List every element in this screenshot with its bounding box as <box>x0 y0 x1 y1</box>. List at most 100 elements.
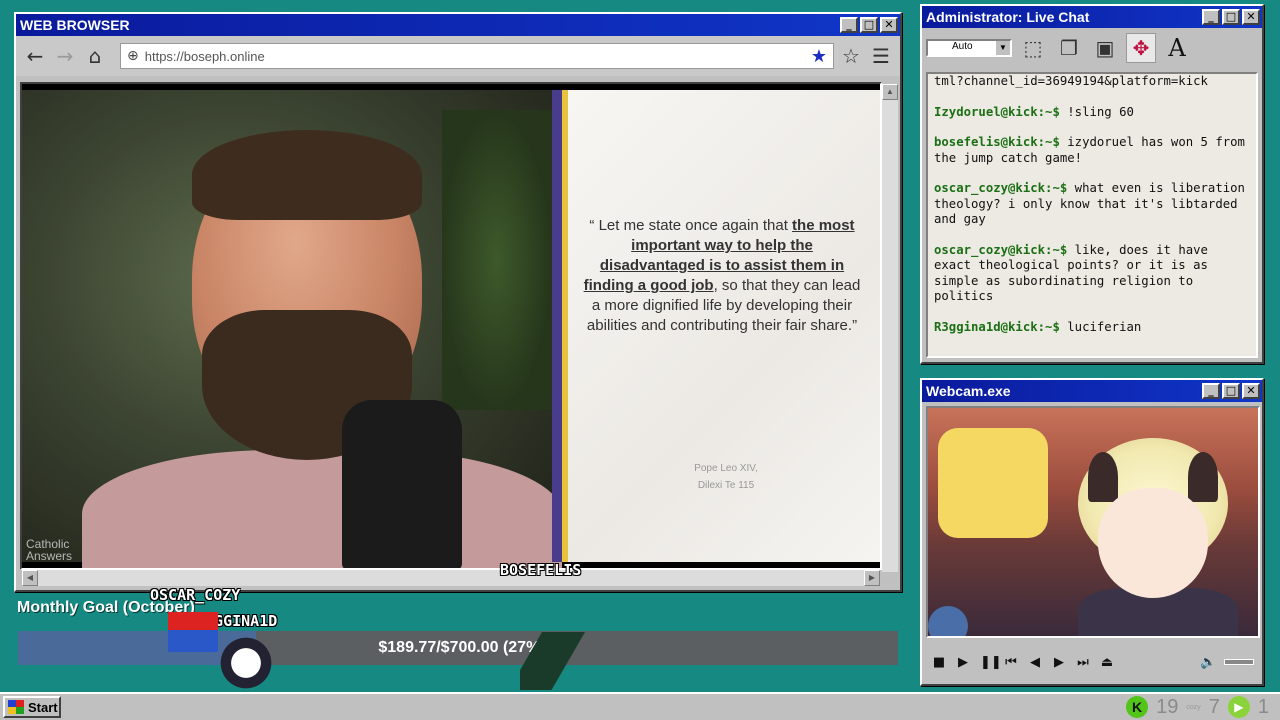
webcam-view <box>926 406 1260 638</box>
webcam-window: Webcam.exe _ □ ✕ ■ ▶ ❚❚ ⏮ ◀ ▶ ⏭ ⏏ 🔈 <box>920 378 1264 686</box>
webcam-titlebar[interactable]: Webcam.exe _ □ ✕ <box>922 380 1262 402</box>
minimize-button[interactable]: _ <box>1202 383 1220 399</box>
rumble-icon[interactable]: ▶ <box>1227 696 1250 718</box>
chat-toolbar: Auto ▼ ⬚ ❐ ▣ ✥ A <box>922 28 1262 68</box>
eject-icon[interactable]: ⏏ <box>1100 655 1114 670</box>
chat-message: R3ggina1d@kick:~$ luciferian <box>934 320 1250 336</box>
taskbar: Start K 19 cozy 7 ▶ 1 <box>0 692 1280 720</box>
close-button[interactable]: ✕ <box>1242 9 1260 25</box>
sprite-label-oscar: OSCAR_COZY <box>150 586 241 604</box>
skip-back-icon[interactable]: ⏮ <box>1004 655 1018 670</box>
goal-progress-text: $189.77/$700.00 (27%) <box>378 639 546 656</box>
minimize-button[interactable]: _ <box>1202 9 1220 25</box>
scroll-right-icon[interactable]: ▶ <box>864 570 880 586</box>
browser-toolbar: ← → ⌂ ⊕ https://boseph.online ★ ☆ ☰ <box>16 36 900 76</box>
chat-message: bosefelis@kick:~$ izydoruel has won 5 fr… <box>934 135 1250 166</box>
player-sprite <box>168 612 218 652</box>
globe-icon: ⊕ <box>127 48 139 64</box>
webcam-title: Webcam.exe <box>926 383 1011 399</box>
avatar-face <box>1098 488 1208 598</box>
system-tray: K 19 cozy 7 ▶ 1 <box>1126 696 1277 719</box>
media-controls: ■ ▶ ❚❚ ⏮ ◀ ▶ ⏭ ⏏ 🔈 <box>932 646 1254 678</box>
volume-slider[interactable] <box>1224 659 1254 665</box>
microphone <box>342 400 462 568</box>
person-hair <box>192 130 422 220</box>
chat-username: oscar_cozy@kick:~$ <box>934 181 1068 195</box>
cat-ear-right <box>1188 452 1218 502</box>
address-bar[interactable]: ⊕ https://boseph.online ★ <box>120 43 834 69</box>
browser-window: WEB BROWSER _ □ ✕ ← → ⌂ ⊕ https://boseph… <box>14 12 902 592</box>
chat-log[interactable]: tml?channel_id=36949194&platform=kick Izy… <box>926 72 1258 358</box>
chat-message: tml?channel_id=36949194&platform=kick <box>934 74 1250 90</box>
paste-icon[interactable]: ▣ <box>1090 33 1120 63</box>
maximize-button[interactable]: □ <box>1222 383 1240 399</box>
stop-icon[interactable]: ■ <box>932 655 946 670</box>
slide-citation: Pope Leo XIV, Dilexi Te 115 <box>568 460 880 494</box>
favorites-icon[interactable]: ☆ <box>838 43 864 69</box>
chat-username: R3ggina1d@kick:~$ <box>934 319 1060 334</box>
home-icon[interactable]: ⌂ <box>82 43 108 69</box>
back-icon[interactable]: ← <box>22 43 48 69</box>
windows-logo-icon <box>8 700 24 714</box>
chat-text: tml?channel_id=36949194&platform=kick <box>934 74 1208 88</box>
rumble-viewer-count: 1 <box>1257 695 1269 718</box>
skip-forward-icon[interactable]: ⏭ <box>1076 655 1090 670</box>
fast-forward-icon[interactable]: ▶ <box>1052 655 1066 670</box>
cite-line1: Pope Leo XIV, <box>694 463 758 474</box>
cite-line2: Dilexi Te 115 <box>697 480 755 491</box>
plant-background <box>442 110 552 410</box>
chat-message: oscar_cozy@kick:~$ what even is liberati… <box>934 181 1250 228</box>
copy-icon[interactable]: ❐ <box>1054 33 1084 63</box>
chat-window: Administrator: Live Chat _ □ ✕ Auto ▼ ⬚ … <box>920 4 1264 364</box>
cat-ear-left <box>1088 452 1118 502</box>
start-button[interactable]: Start <box>3 696 61 718</box>
watermark-line2: Answers <box>26 549 73 563</box>
chat-username: bosefelis@kick:~$ <box>934 135 1060 149</box>
slide-stripe-purple <box>552 90 562 562</box>
close-button[interactable]: ✕ <box>1242 383 1260 399</box>
play-icon[interactable]: ▶ <box>956 655 970 670</box>
pause-icon[interactable]: ❚❚ <box>980 655 1002 670</box>
vertical-scrollbar[interactable]: ▲ <box>882 84 898 572</box>
maximize-button[interactable]: □ <box>1222 9 1240 25</box>
chat-username: oscar_cozy@kick:~$ <box>934 242 1068 257</box>
move-icon[interactable]: ✥ <box>1126 33 1156 63</box>
font-icon[interactable]: A <box>1162 33 1192 63</box>
select-value: Auto <box>952 41 973 52</box>
select-region-icon[interactable]: ⬚ <box>1018 33 1048 63</box>
url-text: https://boseph.online <box>144 48 265 64</box>
quote-slide: “ Let me state once again that the most … <box>568 90 880 562</box>
video-left-panel: Catholic Answers <box>22 90 562 568</box>
chat-text: luciferian <box>1059 319 1142 334</box>
chevron-down-icon[interactable]: ▼ <box>996 41 1010 55</box>
menu-icon[interactable]: ☰ <box>868 43 894 69</box>
volume-icon[interactable]: 🔈 <box>1200 655 1216 670</box>
close-button[interactable]: ✕ <box>880 17 898 33</box>
video-content[interactable]: Catholic Answers “ Let me state once aga… <box>20 82 882 570</box>
scroll-left-icon[interactable]: ◀ <box>22 570 38 586</box>
cozy-viewer-count: 7 <box>1208 695 1220 718</box>
watermark-logo: Catholic Answers <box>26 538 72 562</box>
maximize-button[interactable]: □ <box>860 17 878 33</box>
kick-viewer-count: 19 <box>1156 695 1179 718</box>
kick-icon[interactable]: K <box>1126 696 1149 718</box>
font-size-select[interactable]: Auto ▼ <box>926 39 1012 57</box>
rewind-icon[interactable]: ◀ <box>1028 655 1042 670</box>
slide-quote: “ Let me state once again that the most … <box>582 216 862 336</box>
chat-username: Izydoruel@kick:~$ <box>934 104 1060 119</box>
cup <box>928 606 968 636</box>
browser-titlebar[interactable]: WEB BROWSER _ □ ✕ <box>16 14 900 36</box>
minimize-button[interactable]: _ <box>840 17 858 33</box>
forward-icon[interactable]: → <box>52 43 78 69</box>
cozy-icon[interactable]: cozy <box>1186 704 1200 711</box>
chat-title: Administrator: Live Chat <box>926 9 1090 25</box>
chat-titlebar[interactable]: Administrator: Live Chat _ □ ✕ <box>922 6 1262 28</box>
horizontal-scrollbar[interactable]: ◀ ▶ <box>22 570 880 586</box>
scroll-up-icon[interactable]: ▲ <box>882 84 898 100</box>
chat-text: !sling 60 <box>1059 104 1134 119</box>
sprite-label-bosefelis: BOSEFELIS <box>500 561 582 579</box>
ghost-sprite <box>214 636 278 690</box>
pillow <box>938 428 1048 538</box>
start-label: Start <box>28 699 58 715</box>
bookmark-star-icon[interactable]: ★ <box>811 46 827 67</box>
